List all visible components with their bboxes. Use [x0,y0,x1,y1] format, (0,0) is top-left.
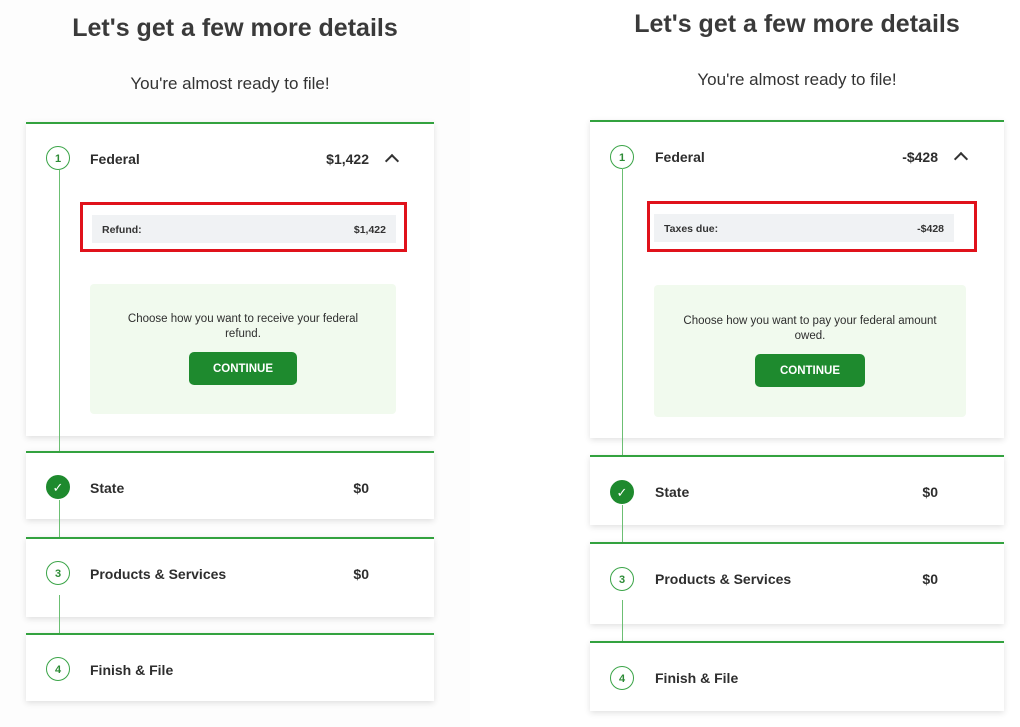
payment-prompt-text: Choose how you want to pay your federal … [683,315,937,342]
finish-file-label: Finish & File [90,662,174,678]
federal-amount: -$428 [902,149,938,165]
federal-label: Federal [90,151,140,167]
federal-card: 1 Federal $1,422 Refund: $1,422 Choose h… [26,122,434,436]
step-connector-line [59,170,60,468]
chevron-up-icon[interactable] [953,151,969,167]
products-services-amount: $0 [353,566,369,582]
step-4-number: 4 [610,666,634,690]
state-card[interactable]: ✓ State $0 [26,451,434,519]
right-panel: Let's get a few more details You're almo… [560,0,1020,727]
finish-file-card[interactable]: 4 Finish & File [26,633,434,701]
federal-card: 1 Federal -$428 Taxes due: -$428 Choose … [590,120,1004,438]
products-services-amount: $0 [922,571,938,587]
products-services-label: Products & Services [655,571,792,587]
continue-button[interactable]: CONTINUE [755,354,865,387]
state-card[interactable]: ✓ State $0 [590,455,1004,525]
checkmark-icon: ✓ [610,480,634,504]
step-1-number: 1 [46,146,70,170]
federal-amount: $1,422 [326,151,369,167]
step-1-number: 1 [610,145,634,169]
state-label: State [90,480,125,496]
products-services-label: Products & Services [90,566,227,582]
refund-prompt-text: Choose how you want to receive your fede… [127,313,359,340]
step-connector-line [622,168,623,473]
state-amount: $0 [353,480,369,496]
left-panel: Let's get a few more details You're almo… [0,0,470,727]
continue-button[interactable]: CONTINUE [189,352,297,385]
taxes-due-highlight-box [647,201,977,252]
page-subtitle: You're almost ready to file! [130,74,330,93]
products-services-card[interactable]: 3 Products & Services $0 [590,542,1004,624]
federal-label: Federal [655,149,705,165]
chevron-up-icon[interactable] [384,153,400,169]
checkmark-icon: ✓ [46,475,70,499]
products-services-card[interactable]: 3 Products & Services $0 [26,537,434,617]
refund-highlight-box [80,202,407,252]
finish-file-card[interactable]: 4 Finish & File [590,641,1004,711]
finish-file-label: Finish & File [655,670,739,686]
step-3-number: 3 [610,567,634,591]
state-amount: $0 [922,484,938,500]
state-label: State [655,484,690,500]
step-4-number: 4 [46,657,70,681]
payment-prompt-box: Choose how you want to pay your federal … [654,285,966,417]
refund-prompt-box: Choose how you want to receive your fede… [90,284,396,414]
page-title: Let's get a few more details [634,10,960,38]
step-3-number: 3 [46,561,70,585]
page-title: Let's get a few more details [72,14,398,42]
page-subtitle: You're almost ready to file! [697,70,897,89]
